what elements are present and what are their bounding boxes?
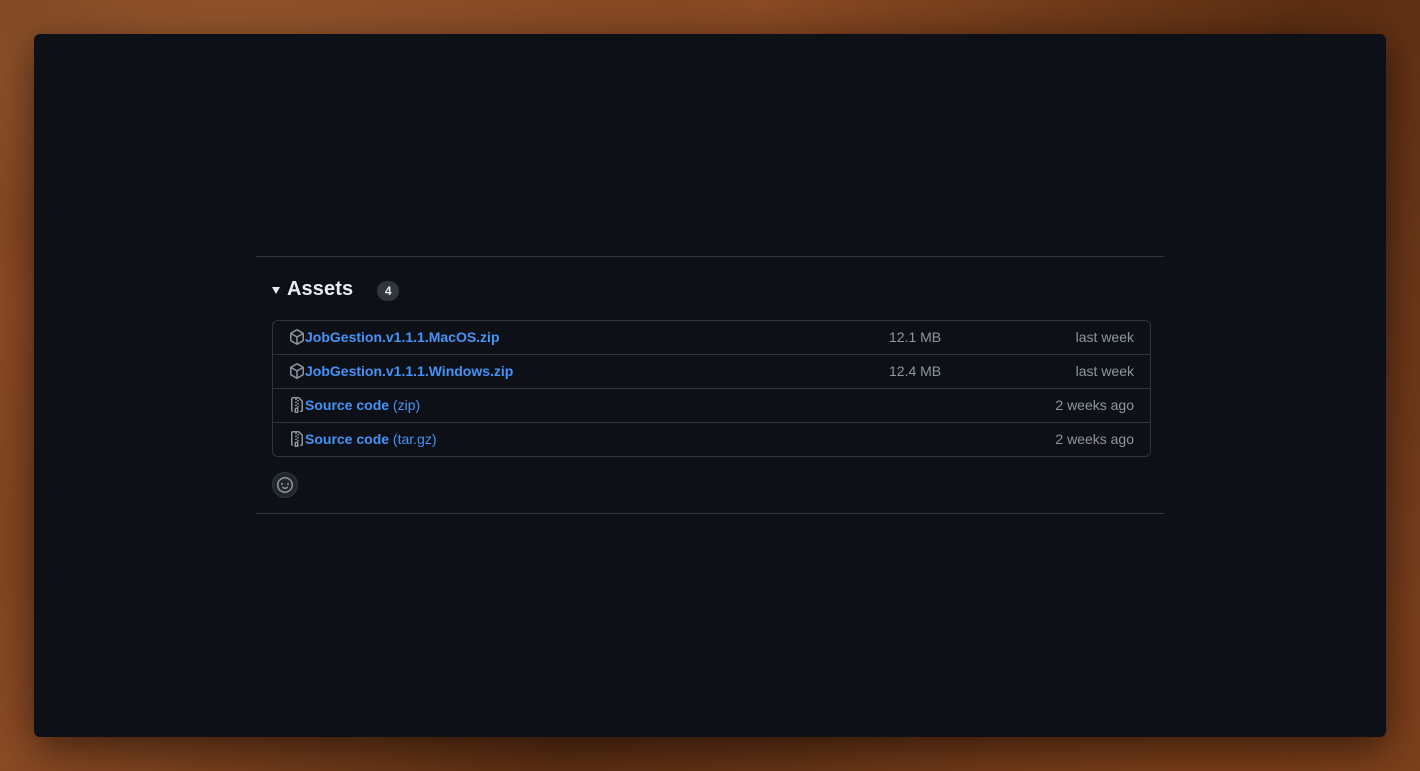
asset-date: 2 weeks ago bbox=[1055, 397, 1134, 413]
asset-download-link[interactable]: Source code (tar.gz) bbox=[305, 431, 437, 448]
asset-download-link[interactable]: JobGestion.v1.1.1.MacOS.zip bbox=[305, 329, 500, 346]
asset-row: JobGestion.v1.1.1.Windows.zip 12.4 MB la… bbox=[273, 354, 1150, 388]
asset-row: JobGestion.v1.1.1.MacOS.zip 12.1 MB last… bbox=[273, 321, 1150, 354]
release-assets-section: Assets 4 JobGestion.v1.1.1.MacOS.zip 12.… bbox=[256, 256, 1164, 514]
asset-size: 12.1 MB bbox=[889, 329, 942, 345]
asset-date: last week bbox=[1075, 329, 1134, 345]
file-zip-icon bbox=[289, 431, 305, 447]
asset-row: Source code (tar.gz) 2 weeks ago bbox=[273, 422, 1150, 456]
add-reaction-button[interactable] bbox=[272, 472, 298, 498]
asset-date: 2 weeks ago bbox=[1055, 431, 1134, 447]
assets-toggle[interactable]: Assets 4 bbox=[272, 277, 400, 301]
asset-download-link[interactable]: JobGestion.v1.1.1.Windows.zip bbox=[305, 363, 513, 380]
caret-down-icon bbox=[272, 286, 280, 294]
browser-window: Assets 4 JobGestion.v1.1.1.MacOS.zip 12.… bbox=[34, 34, 1386, 737]
smiley-icon bbox=[277, 477, 293, 493]
asset-list: JobGestion.v1.1.1.MacOS.zip 12.1 MB last… bbox=[272, 320, 1151, 457]
asset-download-link[interactable]: Source code (zip) bbox=[305, 397, 420, 414]
file-zip-icon bbox=[289, 397, 305, 413]
package-icon bbox=[289, 329, 305, 345]
package-icon bbox=[289, 363, 305, 379]
asset-date: last week bbox=[1075, 363, 1134, 379]
asset-size: 12.4 MB bbox=[889, 363, 942, 379]
asset-row: Source code (zip) 2 weeks ago bbox=[273, 388, 1150, 422]
assets-title: Assets bbox=[287, 277, 354, 300]
assets-count-badge: 4 bbox=[377, 280, 400, 301]
